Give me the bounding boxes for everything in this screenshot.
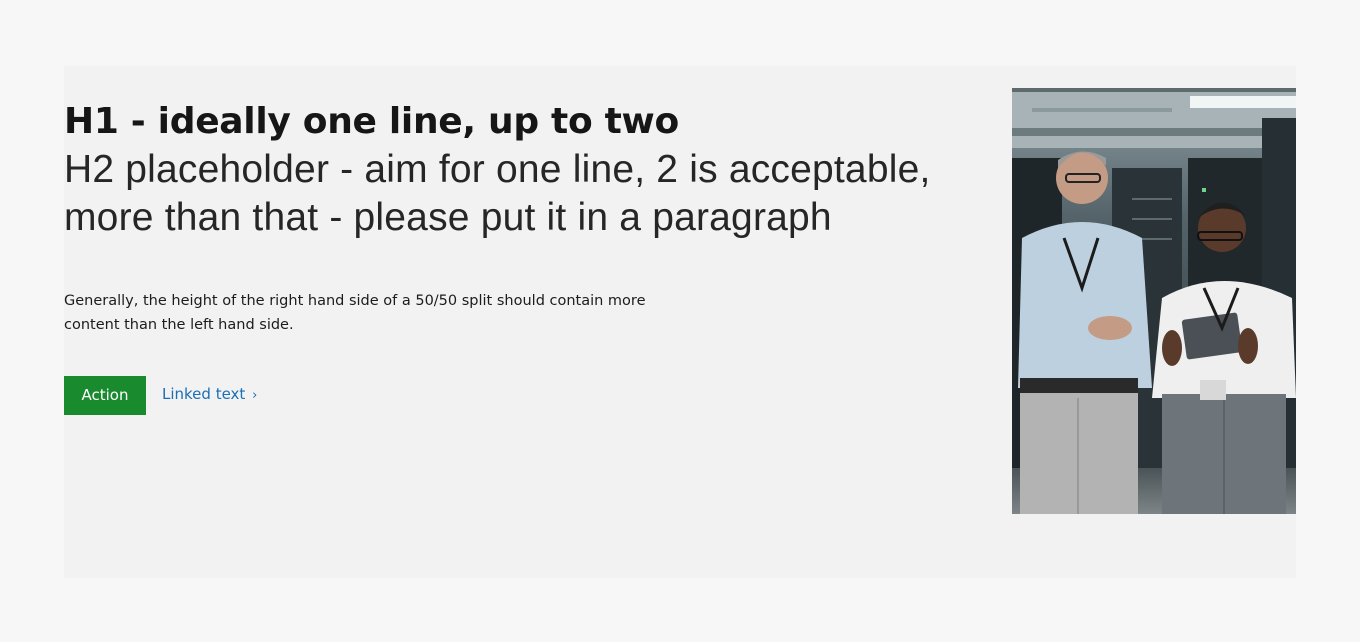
- hero-content: H1 - ideally one line, up to two H2 plac…: [64, 100, 964, 337]
- action-button[interactable]: Action: [64, 376, 146, 415]
- linked-text-link[interactable]: Linked text ›: [162, 385, 257, 403]
- hero-image: [1012, 88, 1296, 514]
- page-title: H1 - ideally one line, up to two: [64, 101, 679, 142]
- hero-paragraph: Generally, the height of the right hand …: [64, 293, 646, 333]
- linked-text-label: Linked text: [162, 385, 246, 403]
- chevron-right-icon: ›: [252, 388, 258, 403]
- page-subtitle: H2 placeholder - aim for one line, 2 is …: [64, 148, 931, 239]
- hero-actions: Action Linked text ›: [64, 376, 257, 415]
- hero-section: H1 - ideally one line, up to two H2 plac…: [64, 66, 1296, 578]
- server-room-photo: [1012, 88, 1296, 514]
